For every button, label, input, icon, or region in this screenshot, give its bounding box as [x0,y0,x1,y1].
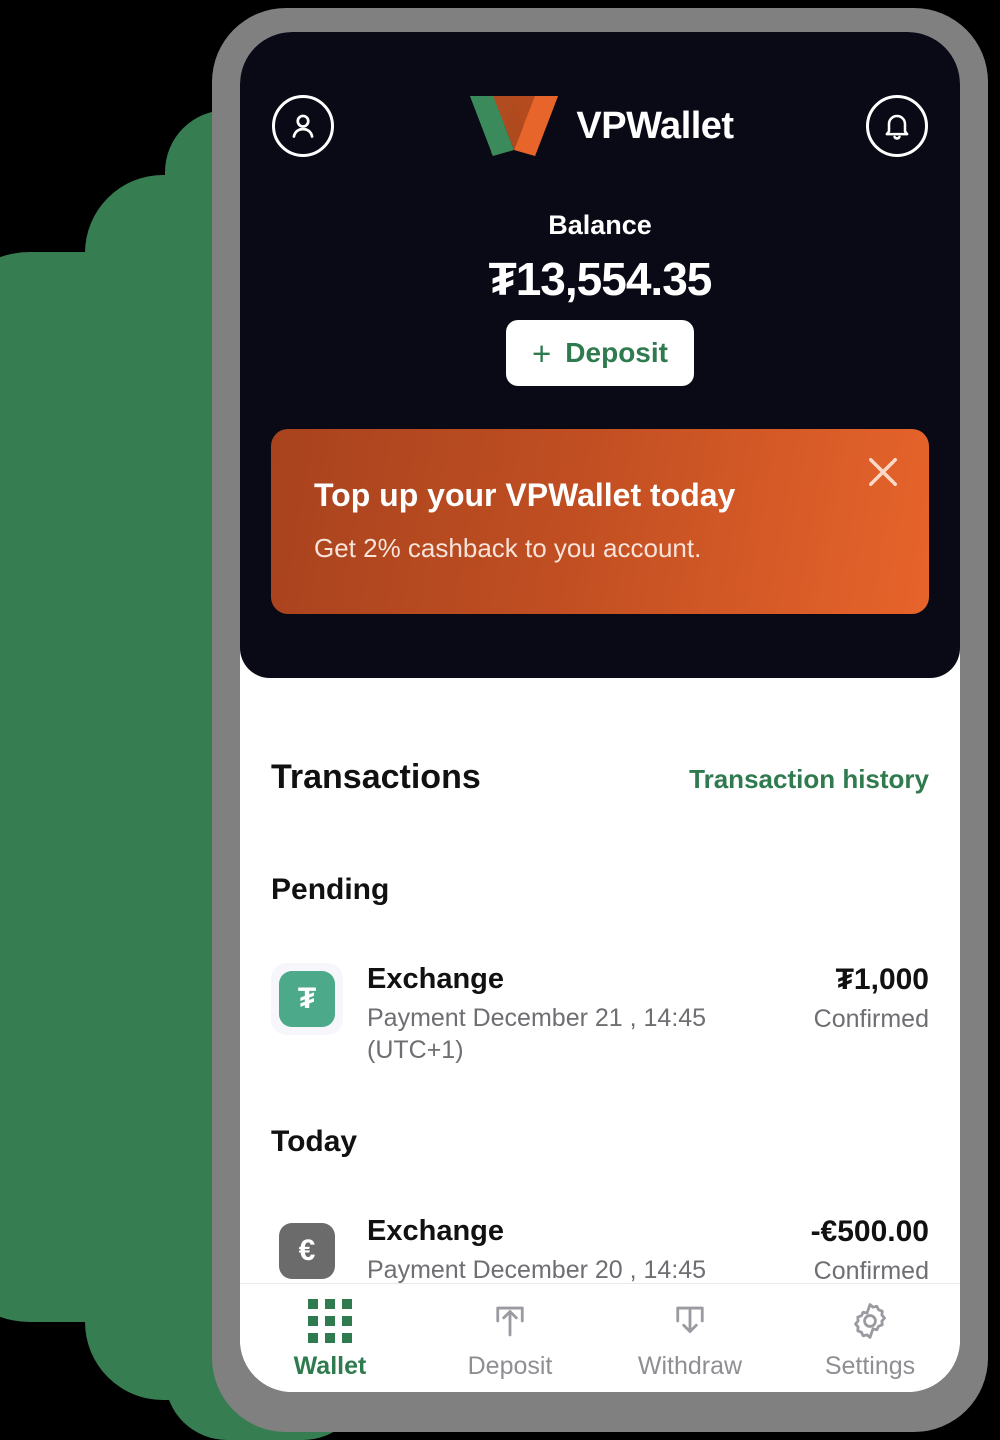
promo-subtitle: Get 2% cashback to you account. [314,533,702,563]
transactions-header: Transactions Transaction history [271,758,929,797]
group-label-pending: Pending [271,873,390,906]
vpwallet-logo-icon [470,96,559,156]
upload-box-icon [496,1306,524,1337]
top-bar: VPWallet [240,90,960,162]
plus-icon: + [532,334,552,372]
tab-deposit[interactable]: Deposit [420,1300,600,1381]
bell-icon [885,114,909,140]
promo-title: Top up your VPWallet today [314,477,736,513]
screenshot-stage: VPWallet Balance ₮13,554.35 + Deposit To… [0,0,1000,1440]
download-box-icon [676,1306,704,1333]
euro-icon: € [279,1223,335,1279]
phone-screen: VPWallet Balance ₮13,554.35 + Deposit To… [240,32,960,1392]
tab-settings-label: Settings [824,1352,916,1380]
bottom-tab-bar: Wallet Deposit Withdraw Settings [240,1283,960,1392]
transaction-description: Payment December 21 , 14:45 (UTC+1) [367,1004,707,1064]
user-circle-icon [292,114,314,138]
balance-label: Balance [548,210,652,240]
transaction-icon-wrap: € [271,1215,343,1287]
brand: VPWallet [466,94,734,158]
tab-wallet[interactable]: Wallet [240,1299,420,1381]
status-badge: Confirmed [813,1005,929,1033]
transaction-right: -€500.00 Confirmed [811,1215,929,1286]
tab-wallet-label: Wallet [293,1352,367,1380]
grid-icon [308,1299,352,1343]
notifications-button[interactable] [866,95,928,157]
transaction-history-link[interactable]: Transaction history [689,764,929,795]
transaction-name: Exchange [367,963,504,995]
deposit-button[interactable]: + Deposit [506,320,694,386]
transactions-title: Transactions [271,758,481,796]
wallet-header-panel: VPWallet Balance ₮13,554.35 + Deposit To… [240,32,960,678]
deposit-button-label: Deposit [565,337,668,368]
close-icon[interactable] [862,451,904,493]
gear-icon [854,1303,886,1339]
tab-withdraw[interactable]: Withdraw [600,1300,780,1381]
transaction-name: Exchange [367,1215,504,1247]
tab-withdraw-label: Withdraw [637,1352,743,1380]
status-badge: Confirmed [813,1257,929,1285]
promo-banner[interactable]: Top up your VPWallet today Get 2% cashba… [271,429,929,614]
tab-deposit-label: Deposit [467,1352,553,1380]
brand-name: VPWallet [576,104,734,147]
profile-button[interactable] [272,95,334,157]
transaction-amount: -€500.00 [810,1215,929,1248]
table-row[interactable]: ₮ Exchange Payment December 21 , 14:45 (… [271,963,929,1066]
transaction-right: ₮1,000 Confirmed [814,963,929,1034]
tether-icon: ₮ [279,971,335,1027]
balance-amount: ₮13,554.35 [488,253,713,305]
euro-glyph: € [298,1234,316,1267]
tether-glyph: ₮ [297,982,317,1015]
transaction-amount: ₮1,000 [835,963,929,996]
group-label-today: Today [271,1125,358,1158]
transaction-icon-wrap: ₮ [271,963,343,1035]
transaction-main: Exchange Payment December 21 , 14:45 (UT… [367,963,790,1066]
tab-settings[interactable]: Settings [780,1300,960,1381]
